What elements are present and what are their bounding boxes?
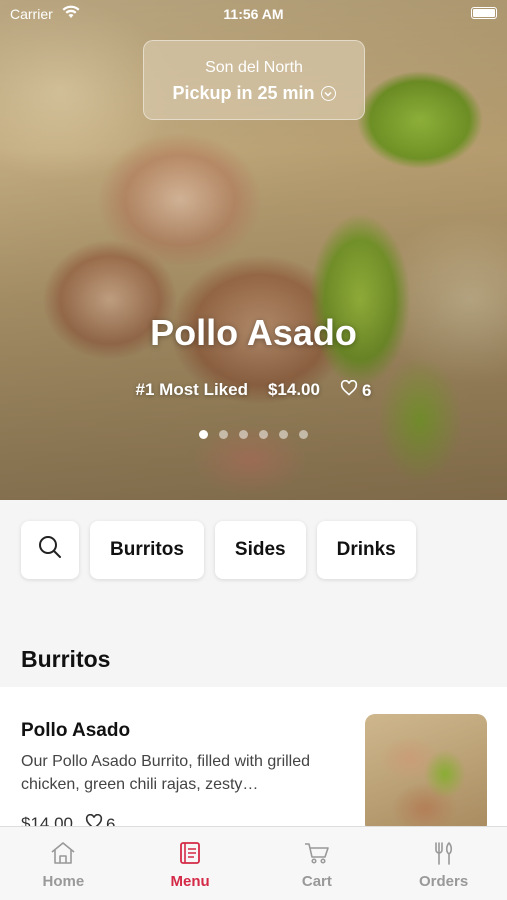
hero-likes-count: 6	[361, 380, 372, 400]
tab-cart[interactable]: Cart	[254, 827, 381, 900]
search-icon	[37, 534, 63, 566]
tab-cart-label: Cart	[301, 873, 332, 890]
hero-meta: #1 Most Liked $14.00 6	[0, 379, 507, 401]
status-bar: Carrier 11:56 AM	[0, 0, 507, 30]
tab-orders[interactable]: Orders	[380, 827, 507, 900]
carousel-dots[interactable]	[0, 430, 507, 439]
status-time: 11:56 AM	[223, 6, 284, 22]
menu-item-card[interactable]: Pollo Asado Our Pollo Asado Burrito, fil…	[0, 687, 507, 837]
carousel-dot[interactable]	[279, 430, 288, 439]
tab-menu-label: Menu	[170, 873, 210, 890]
hero-price: $14.00	[267, 380, 320, 399]
carousel-dot[interactable]	[239, 430, 248, 439]
category-chip-sides[interactable]: Sides	[214, 521, 306, 579]
hero-likes: 6	[340, 379, 372, 401]
home-icon	[49, 839, 77, 867]
battery-icon	[471, 7, 497, 19]
carousel-dot[interactable]	[219, 430, 228, 439]
tab-orders-label: Orders	[419, 873, 469, 890]
chevron-down-icon	[320, 86, 336, 101]
category-chip-burritos[interactable]: Burritos	[90, 521, 204, 579]
heart-icon	[340, 379, 358, 401]
menu-item-photo[interactable]	[365, 714, 487, 834]
section-title: Burritos	[21, 646, 111, 672]
tab-home-label: Home	[42, 873, 85, 890]
menu-item-name: Pollo Asado	[21, 720, 131, 741]
tab-bar: Home Menu Cart Orders	[0, 826, 507, 900]
carousel-dot[interactable]	[199, 430, 208, 439]
pickup-eta: Pickup in 25 min	[144, 83, 364, 104]
fork-knife-icon	[431, 839, 457, 867]
menu-book-icon	[177, 839, 203, 867]
tab-menu[interactable]: Menu	[127, 827, 254, 900]
hero-title: Pollo Asado	[150, 312, 357, 353]
category-chip-drinks[interactable]: Drinks	[316, 521, 416, 579]
search-button[interactable]	[21, 521, 79, 579]
category-chips: Burritos Sides Drinks	[21, 521, 416, 579]
store-name: Son del North	[205, 59, 303, 76]
hero-badge: #1 Most Liked	[135, 380, 248, 399]
pickup-selector[interactable]: Son del North Pickup in 25 min	[143, 40, 365, 120]
menu-item-description: Our Pollo Asado Burrito, filled with gri…	[21, 753, 311, 793]
tab-home[interactable]: Home	[0, 827, 127, 900]
pickup-eta-label: Pickup in 25 min	[172, 83, 315, 103]
cart-icon	[303, 839, 331, 867]
carousel-dot[interactable]	[259, 430, 268, 439]
carousel-dot[interactable]	[299, 430, 308, 439]
